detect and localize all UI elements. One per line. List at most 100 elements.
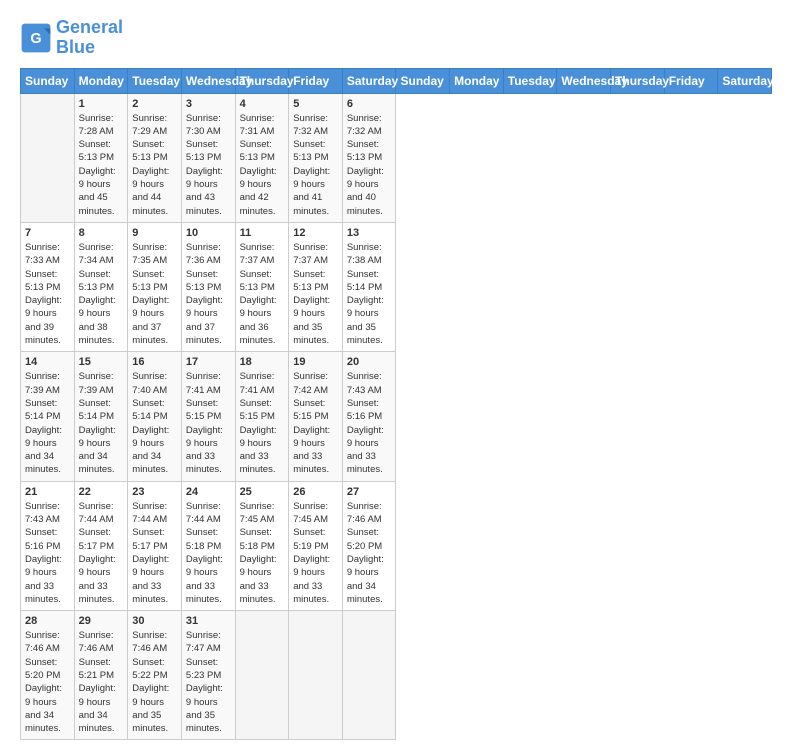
day-number: 28 <box>25 615 70 627</box>
day-info: Sunrise: 7:46 AMSunset: 5:20 PMDaylight:… <box>347 500 392 606</box>
day-info: Sunrise: 7:46 AMSunset: 5:21 PMDaylight:… <box>79 629 124 735</box>
calendar-cell: 31 Sunrise: 7:47 AMSunset: 5:23 PMDayligh… <box>181 611 235 740</box>
day-number: 7 <box>25 227 70 239</box>
day-number: 4 <box>240 98 285 110</box>
day-number: 30 <box>132 615 177 627</box>
day-info: Sunrise: 7:40 AMSunset: 5:14 PMDaylight:… <box>132 370 177 476</box>
weekday-header-tuesday: Tuesday <box>128 68 182 93</box>
day-number: 8 <box>79 227 124 239</box>
calendar-cell <box>21 93 75 222</box>
day-info: Sunrise: 7:45 AMSunset: 5:18 PMDaylight:… <box>240 500 285 606</box>
calendar-cell: 19Sunrise: 7:42 AMSunset: 5:15 PMDayligh… <box>289 352 343 481</box>
calendar-cell: 26 Sunrise: 7:45 AMSunset: 5:19 PMDayligh… <box>289 481 343 610</box>
day-number: 13 <box>347 227 392 239</box>
weekday-header-wednesday: Wednesday <box>557 68 611 93</box>
weekday-header-monday: Monday <box>450 68 504 93</box>
calendar-week-row: 21Sunrise: 7:43 AMSunset: 5:16 PMDayligh… <box>21 481 772 610</box>
day-info: Sunrise: 7:45 AMSunset: 5:19 PMDaylight:… <box>293 500 338 606</box>
logo-text: General Blue <box>56 18 123 58</box>
calendar-week-row: 28Sunrise: 7:46 AMSunset: 5:20 PMDayligh… <box>21 611 772 740</box>
calendar-week-row: 1Sunrise: 7:28 AMSunset: 5:13 PMDaylight… <box>21 93 772 222</box>
calendar-cell: 6Sunrise: 7:32 AMSunset: 5:13 PMDaylight… <box>342 93 396 222</box>
weekday-header-tuesday: Tuesday <box>503 68 557 93</box>
page-header: G General Blue <box>20 18 772 58</box>
calendar-cell: 10 Sunrise: 7:36 AMSunset: 5:13 PMDayligh… <box>181 222 235 351</box>
page-container: G General Blue SundayMondayTuesdayWednes… <box>0 0 792 750</box>
weekday-header-saturday: Saturday <box>718 68 772 93</box>
calendar-cell: 16 Sunrise: 7:40 AMSunset: 5:14 PMDayligh… <box>128 352 182 481</box>
day-number: 31 <box>186 615 231 627</box>
day-number: 29 <box>79 615 124 627</box>
calendar-cell: 15 Sunrise: 7:39 AMSunset: 5:14 PMDayligh… <box>74 352 128 481</box>
weekday-header-thursday: Thursday <box>611 68 665 93</box>
day-info: Sunrise: 7:44 AMSunset: 5:18 PMDaylight:… <box>186 500 231 606</box>
day-info: Sunrise: 7:47 AMSunset: 5:23 PMDaylight:… <box>186 629 231 735</box>
day-number: 1 <box>79 98 124 110</box>
day-number: 6 <box>347 98 392 110</box>
weekday-header-sunday: Sunday <box>21 68 75 93</box>
day-info: Sunrise: 7:34 AMSunset: 5:13 PMDaylight:… <box>79 241 124 347</box>
day-info: Sunrise: 7:35 AMSunset: 5:13 PMDaylight:… <box>132 241 177 347</box>
weekday-header-friday: Friday <box>289 68 343 93</box>
calendar-table: SundayMondayTuesdayWednesdayThursdayFrid… <box>20 68 772 741</box>
day-number: 20 <box>347 356 392 368</box>
calendar-cell: 27 Sunrise: 7:46 AMSunset: 5:20 PMDayligh… <box>342 481 396 610</box>
day-info: Sunrise: 7:38 AMSunset: 5:14 PMDaylight:… <box>347 241 392 347</box>
day-info: Sunrise: 7:31 AMSunset: 5:13 PMDaylight:… <box>240 112 285 218</box>
logo: G General Blue <box>20 18 123 58</box>
logo-general: General <box>56 17 123 37</box>
day-info: Sunrise: 7:39 AMSunset: 5:14 PMDaylight:… <box>79 370 124 476</box>
calendar-cell <box>342 611 396 740</box>
day-info: Sunrise: 7:37 AMSunset: 5:13 PMDaylight:… <box>293 241 338 347</box>
calendar-cell: 17 Sunrise: 7:41 AMSunset: 5:15 PMDayligh… <box>181 352 235 481</box>
day-number: 16 <box>132 356 177 368</box>
day-info: Sunrise: 7:39 AMSunset: 5:14 PMDaylight:… <box>25 370 70 476</box>
calendar-cell: 23Sunrise: 7:44 AMSunset: 5:17 PMDayligh… <box>128 481 182 610</box>
day-info: Sunrise: 7:43 AMSunset: 5:16 PMDaylight:… <box>25 500 70 606</box>
logo-blue: Blue <box>56 37 95 57</box>
weekday-header-wednesday: Wednesday <box>181 68 235 93</box>
calendar-header-row: SundayMondayTuesdayWednesdayThursdayFrid… <box>21 68 772 93</box>
day-number: 10 <box>186 227 231 239</box>
calendar-cell: 8 Sunrise: 7:34 AMSunset: 5:13 PMDaylight… <box>74 222 128 351</box>
day-info: Sunrise: 7:43 AMSunset: 5:16 PMDaylight:… <box>347 370 392 476</box>
day-number: 26 <box>293 486 338 498</box>
calendar-cell: 4 Sunrise: 7:31 AMSunset: 5:13 PMDaylight… <box>235 93 289 222</box>
day-number: 11 <box>240 227 285 239</box>
day-number: 15 <box>79 356 124 368</box>
weekday-header-thursday: Thursday <box>235 68 289 93</box>
day-info: Sunrise: 7:29 AMSunset: 5:13 PMDaylight:… <box>132 112 177 218</box>
day-number: 22 <box>79 486 124 498</box>
day-number: 27 <box>347 486 392 498</box>
day-number: 2 <box>132 98 177 110</box>
day-info: Sunrise: 7:44 AMSunset: 5:17 PMDaylight:… <box>132 500 177 606</box>
day-info: Sunrise: 7:42 AMSunset: 5:15 PMDaylight:… <box>293 370 338 476</box>
weekday-header-saturday: Saturday <box>342 68 396 93</box>
day-info: Sunrise: 7:30 AMSunset: 5:13 PMDaylight:… <box>186 112 231 218</box>
day-number: 17 <box>186 356 231 368</box>
day-number: 12 <box>293 227 338 239</box>
calendar-cell: 29 Sunrise: 7:46 AMSunset: 5:21 PMDayligh… <box>74 611 128 740</box>
weekday-header-friday: Friday <box>664 68 718 93</box>
calendar-cell: 20 Sunrise: 7:43 AMSunset: 5:16 PMDayligh… <box>342 352 396 481</box>
day-info: Sunrise: 7:41 AMSunset: 5:15 PMDaylight:… <box>186 370 231 476</box>
calendar-cell: 28Sunrise: 7:46 AMSunset: 5:20 PMDayligh… <box>21 611 75 740</box>
calendar-cell: 1Sunrise: 7:28 AMSunset: 5:13 PMDaylight… <box>74 93 128 222</box>
weekday-header-monday: Monday <box>74 68 128 93</box>
calendar-cell: 18Sunrise: 7:41 AMSunset: 5:15 PMDayligh… <box>235 352 289 481</box>
day-number: 24 <box>186 486 231 498</box>
calendar-cell: 12 Sunrise: 7:37 AMSunset: 5:13 PMDayligh… <box>289 222 343 351</box>
day-info: Sunrise: 7:32 AMSunset: 5:13 PMDaylight:… <box>293 112 338 218</box>
day-number: 3 <box>186 98 231 110</box>
day-info: Sunrise: 7:44 AMSunset: 5:17 PMDaylight:… <box>79 500 124 606</box>
day-number: 5 <box>293 98 338 110</box>
calendar-cell: 21Sunrise: 7:43 AMSunset: 5:16 PMDayligh… <box>21 481 75 610</box>
calendar-cell: 24 Sunrise: 7:44 AMSunset: 5:18 PMDayligh… <box>181 481 235 610</box>
calendar-cell <box>235 611 289 740</box>
calendar-cell: 22 Sunrise: 7:44 AMSunset: 5:17 PMDayligh… <box>74 481 128 610</box>
day-info: Sunrise: 7:36 AMSunset: 5:13 PMDaylight:… <box>186 241 231 347</box>
calendar-cell: 2 Sunrise: 7:29 AMSunset: 5:13 PMDaylight… <box>128 93 182 222</box>
logo-icon: G <box>20 22 52 54</box>
calendar-cell: 11Sunrise: 7:37 AMSunset: 5:13 PMDayligh… <box>235 222 289 351</box>
calendar-cell: 7Sunrise: 7:33 AMSunset: 5:13 PMDaylight… <box>21 222 75 351</box>
